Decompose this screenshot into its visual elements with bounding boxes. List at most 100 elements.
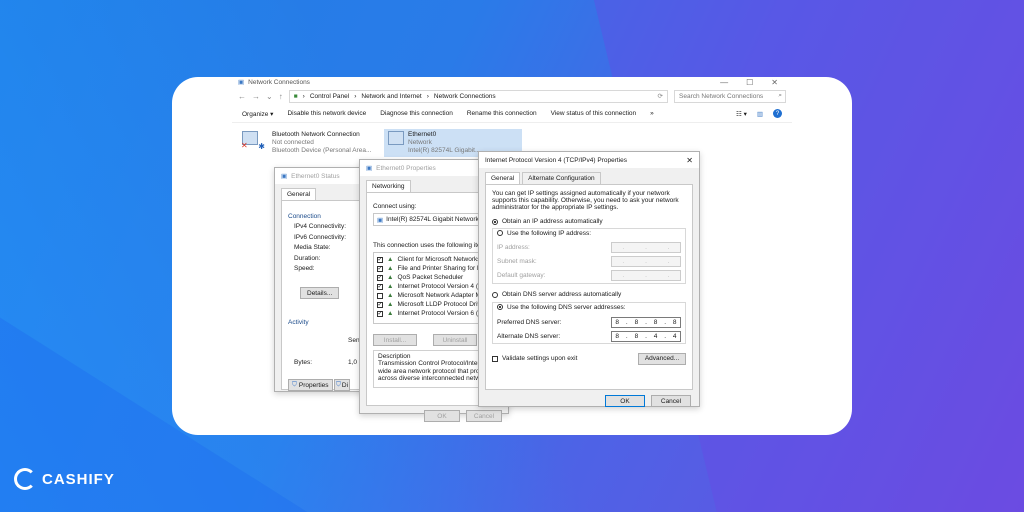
network-component-icon: ▲ (387, 292, 394, 299)
search-input[interactable]: Search Network Connections ⌕ (674, 89, 786, 103)
details-button[interactable]: Details... (300, 287, 340, 299)
obtain-dns-radio[interactable] (492, 291, 498, 298)
dialog-title: Ethernet0 Properties (376, 164, 436, 172)
tab-general[interactable]: General (485, 172, 521, 184)
bluetooth-icon: ✱ (258, 142, 265, 151)
ok-button[interactable]: OK (424, 410, 460, 422)
dialog-title: Ethernet0 Status (291, 172, 340, 180)
preferred-dns-field[interactable]: 8.8.8.8 (611, 316, 681, 328)
install-button[interactable]: Install... (373, 334, 417, 346)
description-group: Description Transmission Control Protoco… (373, 350, 495, 388)
use-dns-radio[interactable] (497, 304, 503, 310)
back-icon[interactable]: ← (238, 92, 246, 101)
organize-button[interactable]: Organize ▾ (242, 110, 273, 118)
ip-address-field: ... (611, 242, 681, 253)
network-icon: ▣ (281, 173, 288, 180)
tab-general[interactable]: General (281, 188, 317, 200)
item-checkbox[interactable] (377, 292, 383, 299)
advanced-button[interactable]: Advanced... (638, 352, 686, 365)
list-item[interactable]: ✓ ▲ File and Printer Sharing for Micro (377, 264, 493, 273)
list-item[interactable]: ✓ ▲ QoS Packet Scheduler (377, 273, 491, 282)
network-icon: ▣ (238, 79, 245, 86)
title-bar: ▣ Network Connections — ☐ ✕ (232, 77, 792, 87)
subnet-mask-label: Subnet mask: (497, 257, 537, 265)
address-bar: ← → ⌄ ↑ ■ › Control Panel › Network and … (232, 87, 792, 105)
ok-button[interactable]: OK (605, 395, 645, 407)
tab-networking[interactable]: Networking (366, 180, 411, 192)
view-options-icon[interactable]: ☷ ▾ (736, 110, 747, 118)
breadcrumb-item[interactable]: Network Connections (434, 93, 496, 100)
obtain-dns-label: Obtain DNS server address automatically (502, 291, 622, 298)
breadcrumb[interactable]: ■ › Control Panel › Network and Internet… (288, 89, 668, 103)
disable-button[interactable]: ⛉ Di (334, 379, 350, 391)
dns-group: Use the following DNS server addresses: … (492, 302, 686, 344)
window-title: Network Connections (248, 78, 310, 86)
diagnose-button[interactable]: Diagnose this connection (380, 110, 453, 117)
preview-pane-icon[interactable]: ▥ (757, 110, 763, 118)
validate-checkbox[interactable] (492, 355, 498, 362)
activity-section-label: Activity (288, 319, 309, 326)
list-item[interactable]: ✓ ▲ Microsoft LLDP Protocol Driver (377, 300, 491, 309)
chevron-down-icon[interactable]: ⌄ (266, 92, 273, 101)
up-icon[interactable]: ↑ (279, 92, 283, 101)
network-component-icon: ▲ (387, 265, 394, 272)
obtain-ip-radio[interactable] (492, 218, 498, 225)
list-item[interactable]: ▲ Microsoft Network Adapter Mult (377, 291, 491, 300)
network-adapter-icon (388, 131, 404, 145)
bluetooth-connection[interactable]: ✕ ✱ Bluetooth Network Connection Not con… (241, 131, 371, 155)
item-checkbox[interactable]: ✓ (377, 256, 383, 263)
minimize-icon[interactable]: — (720, 78, 728, 87)
forward-icon[interactable]: → (252, 92, 260, 101)
maximize-icon[interactable]: ☐ (746, 78, 753, 87)
ip-group: Use the following IP address: IP address… (492, 228, 686, 284)
list-item[interactable]: ✓ ▲ Client for Microsoft Networks (377, 255, 491, 264)
item-label: Microsoft Network Adapter Mult (397, 292, 488, 299)
connection-status: Network (408, 139, 432, 146)
rename-button[interactable]: Rename this connection (467, 110, 537, 117)
use-ip-radio[interactable] (497, 230, 503, 236)
default-gateway-field: ... (611, 269, 681, 281)
view-status-button[interactable]: View status of this connection (551, 110, 637, 117)
list-item[interactable]: ✓ ▲ Internet Protocol Version 4 (TCP (377, 282, 491, 291)
close-icon[interactable]: ✕ (771, 78, 778, 87)
alternate-dns-field[interactable]: 8.8.4.4 (611, 330, 681, 342)
list-item[interactable]: ✓ ▲ Internet Protocol Version 6 (TCP (377, 309, 491, 318)
item-checkbox[interactable]: ✓ (377, 301, 383, 308)
item-checkbox[interactable]: ✓ (377, 274, 383, 281)
properties-button[interactable]: ⛉ Properties (288, 379, 333, 391)
item-checkbox[interactable]: ✓ (377, 283, 383, 290)
connection-name: Bluetooth Network Connection (272, 131, 360, 138)
breadcrumb-item[interactable]: Control Panel (310, 93, 349, 100)
control-panel-icon: ■ (293, 92, 298, 100)
bytes-value: 1,0 (348, 359, 358, 366)
breadcrumb-item[interactable]: Network and Internet (361, 93, 421, 100)
adapter-field: ▣ Intel(R) 82574L Gigabit Network C (373, 213, 495, 226)
network-adapter-icon: ✕ ✱ (241, 131, 265, 151)
screenshot-card: ▣ Network Connections — ☐ ✕ ← → ⌄ ↑ ■ › … (172, 77, 852, 435)
items-list: ✓ ▲ Client for Microsoft Networks ✓ ▲ File an… (373, 252, 495, 324)
item-checkbox[interactable]: ✓ (377, 310, 383, 317)
command-bar: Organize ▾ Disable this network device D… (232, 105, 792, 123)
description-label: Description (378, 353, 411, 360)
close-icon[interactable]: ✕ (686, 156, 693, 165)
more-button[interactable]: » (650, 110, 654, 117)
item-checkbox[interactable]: ✓ (377, 265, 383, 272)
network-component-icon: ▲ (387, 283, 394, 290)
refresh-icon[interactable]: ⟳ (658, 92, 667, 100)
dialog-title: Internet Protocol Version 4 (TCP/IPv4) P… (485, 156, 627, 164)
network-component-icon: ▲ (387, 274, 394, 281)
explorer-window: ▣ Network Connections — ☐ ✕ ← → ⌄ ↑ ■ › … (232, 77, 792, 435)
sent-label: Sen (348, 337, 360, 344)
item-label: Internet Protocol Version 4 (TCP (397, 283, 492, 290)
uninstall-button[interactable]: Uninstall (433, 334, 477, 346)
brand-name: CASHIFY (42, 470, 115, 488)
connection-status: Not connected (272, 139, 314, 146)
cancel-button[interactable]: Cancel (651, 395, 691, 407)
alternate-dns-label: Alternate DNS server: (497, 332, 561, 340)
help-icon[interactable]: ? (773, 109, 782, 118)
subnet-mask-field: ... (611, 255, 681, 267)
item-label: Client for Microsoft Networks (397, 256, 481, 263)
disable-device-button[interactable]: Disable this network device (287, 110, 366, 117)
ipv4-properties-dialog: Internet Protocol Version 4 (TCP/IPv4) P… (478, 151, 700, 407)
tab-alternate-configuration[interactable]: Alternate Configuration (522, 172, 601, 184)
